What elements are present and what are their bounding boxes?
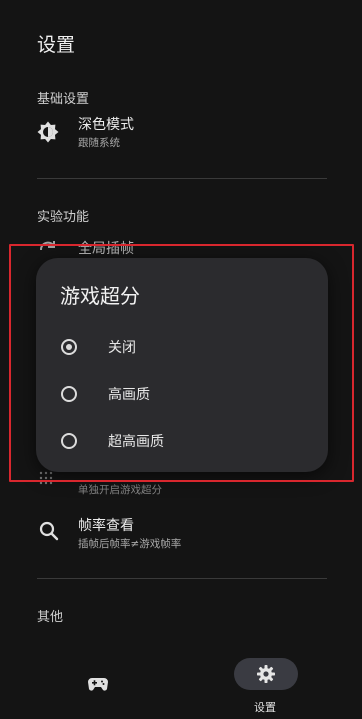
brightness-icon (36, 120, 60, 144)
dark-mode-title: 深色模式 (78, 117, 134, 133)
search-icon (38, 520, 60, 542)
nav-settings-label[interactable]: 设置 (254, 699, 276, 715)
gear-icon[interactable] (254, 664, 278, 684)
highlight-box (9, 244, 354, 482)
dark-mode-row[interactable]: 深色模式 跟随系统 (30, 112, 330, 152)
divider (37, 578, 327, 579)
section-title-experimental: 实验功能 (37, 210, 90, 225)
gamepad-icon[interactable] (86, 674, 110, 694)
fps-view-subtitle: 插帧后帧率≠游戏帧率 (78, 538, 182, 550)
section-title-others: 其他 (37, 610, 64, 625)
divider (37, 178, 327, 179)
section-title-basic: 基础设置 (37, 92, 90, 107)
game-sr-subtitle: 单独开启游戏超分 (78, 484, 162, 496)
page-title: 设置 (37, 34, 76, 56)
fps-view-title: 帧率查看 (78, 518, 134, 534)
fps-view-row[interactable]: 帧率查看 插帧后帧率≠游戏帧率 (30, 512, 330, 552)
dark-mode-subtitle: 跟随系统 (78, 137, 120, 149)
